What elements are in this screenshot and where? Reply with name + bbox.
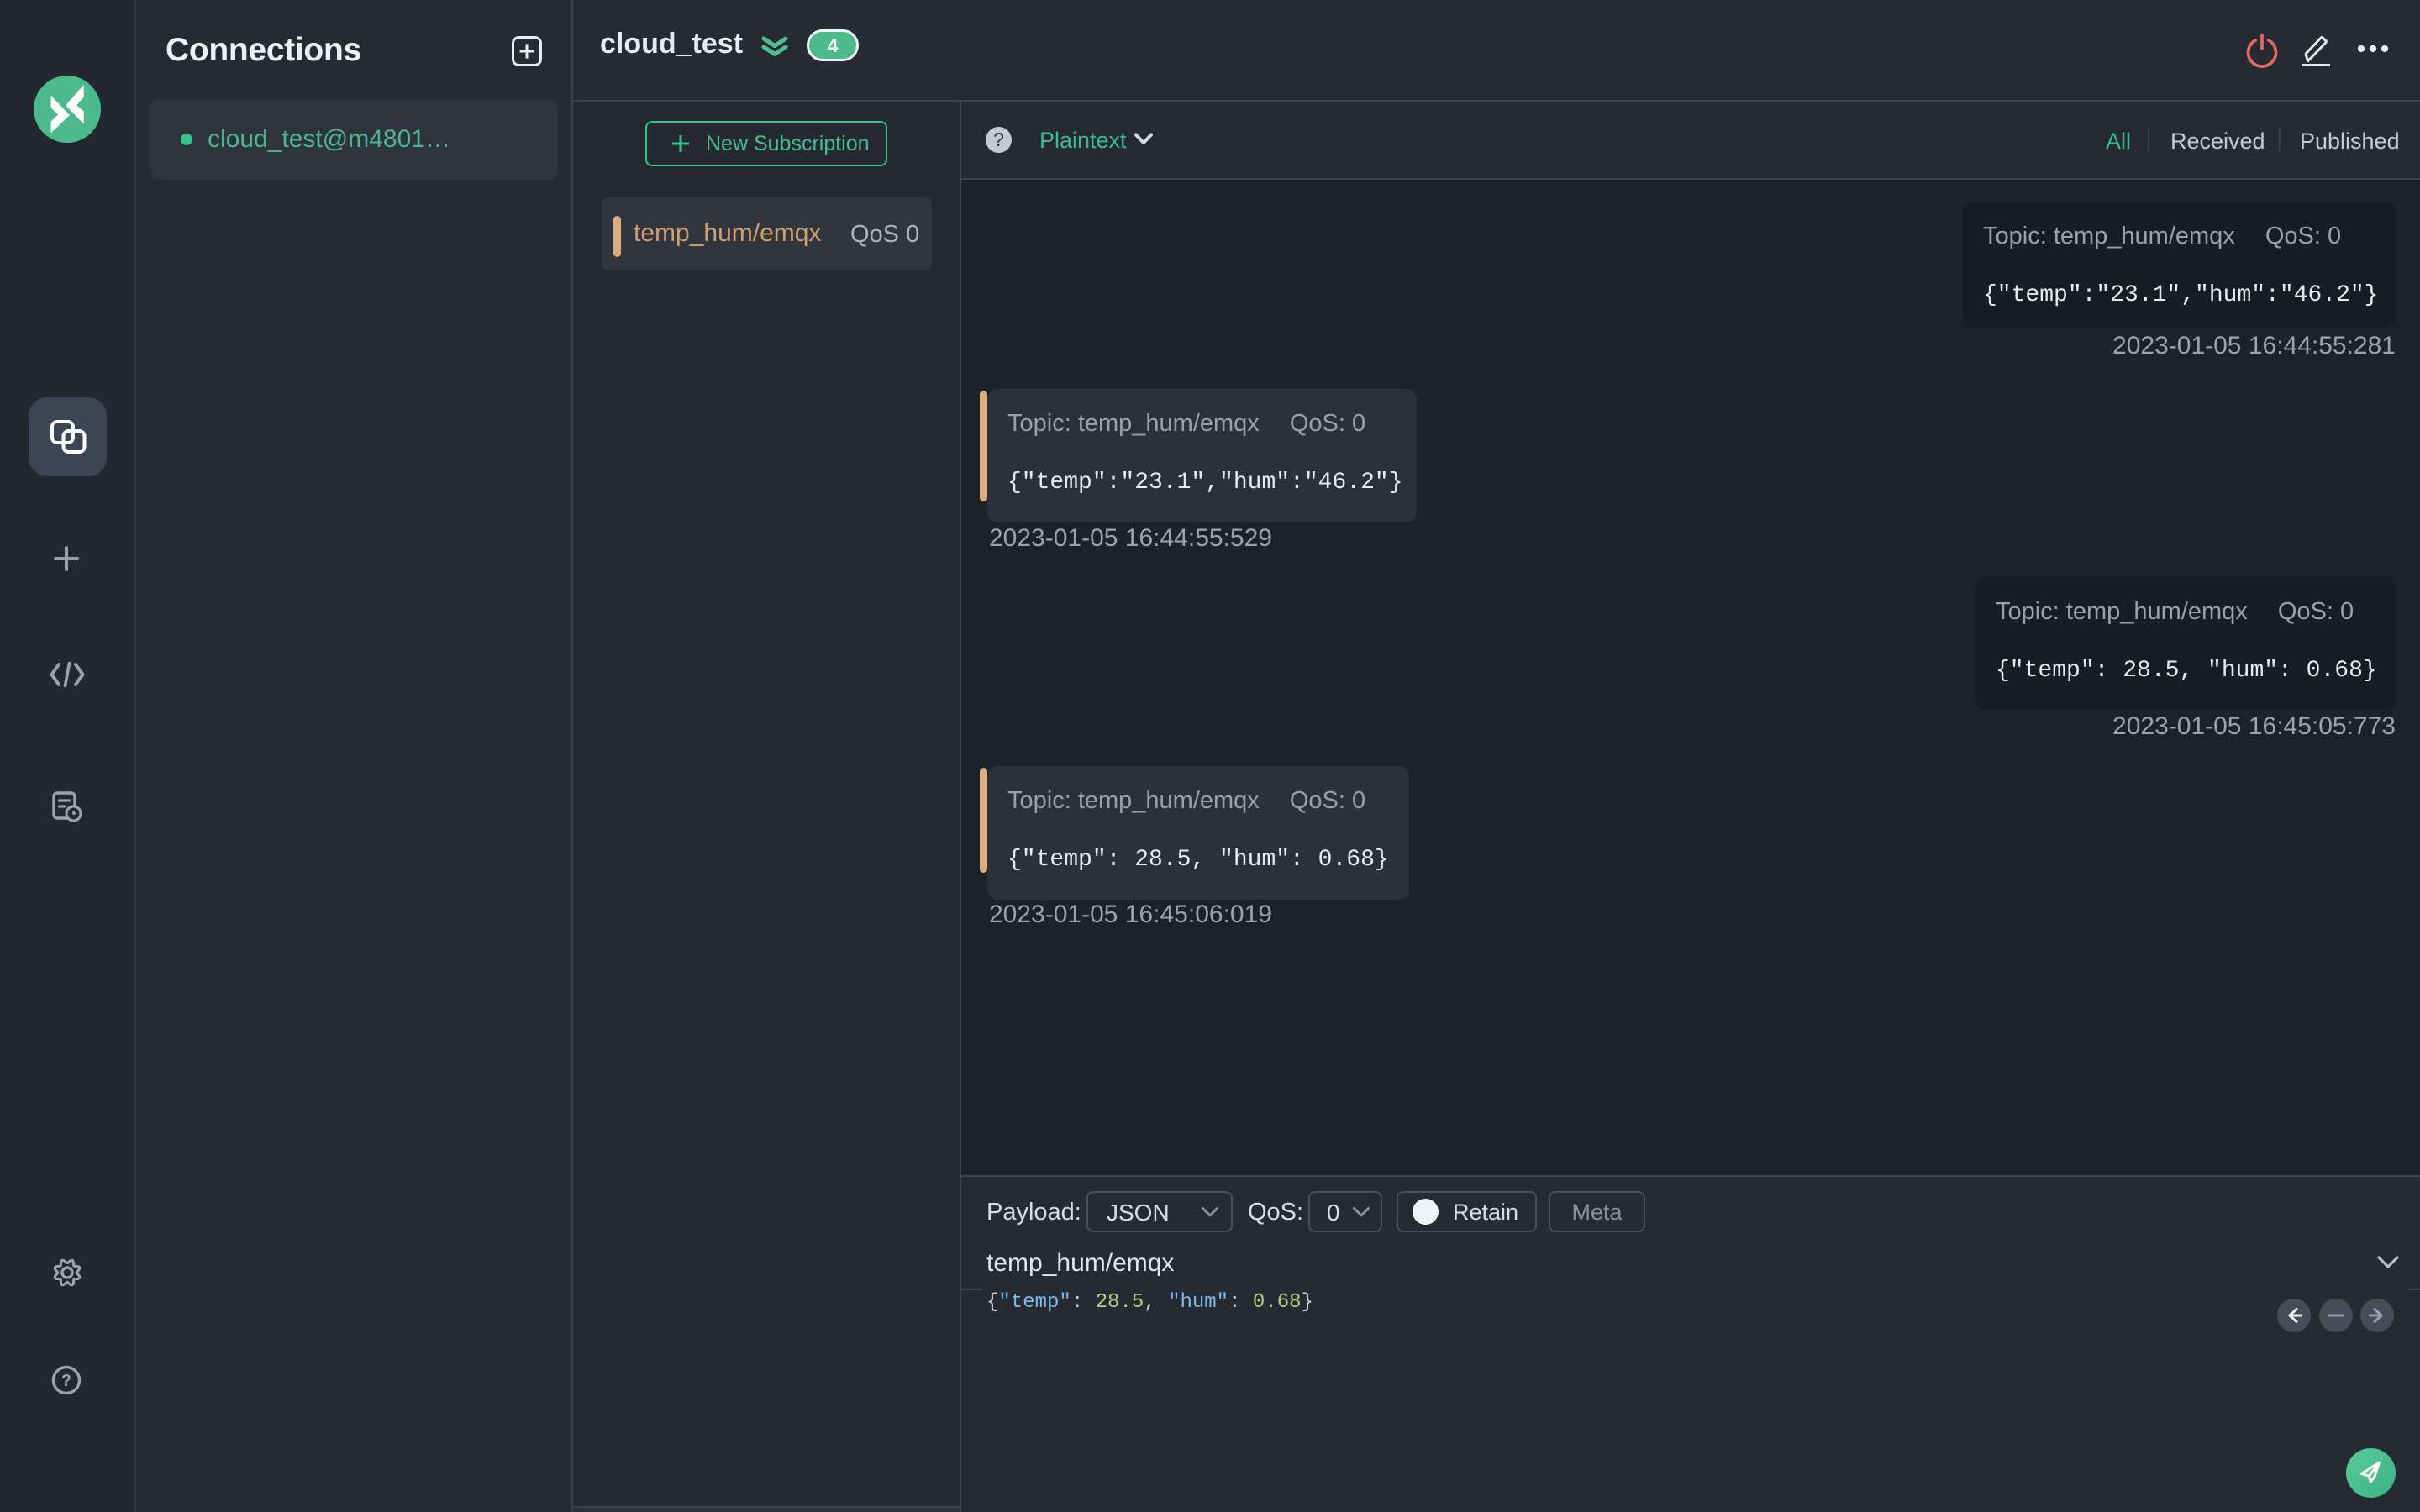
svg-text:?: ?: [61, 1372, 71, 1390]
